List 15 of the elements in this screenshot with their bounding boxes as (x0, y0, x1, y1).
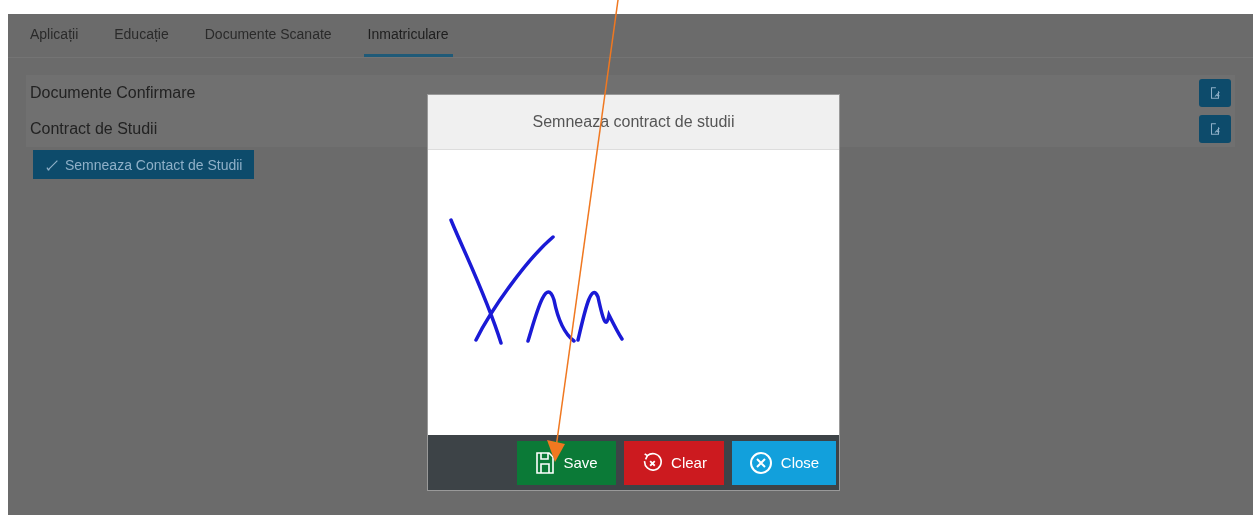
document-pen-icon (1208, 85, 1222, 101)
document-label: Contract de Studii (30, 120, 158, 138)
sign-contract-button[interactable]: Semneaza Contact de Studii (33, 150, 255, 179)
document-pen-icon (1208, 121, 1222, 137)
document-label: Documente Confirmare (30, 84, 196, 102)
tab[interactable]: Educație (110, 14, 173, 57)
tab[interactable]: Inmatriculare (363, 14, 453, 57)
close-button[interactable]: Close (732, 440, 836, 485)
document-sign-button[interactable] (1199, 115, 1231, 143)
tab[interactable]: Aplicații (26, 14, 83, 57)
document-sign-button[interactable] (1199, 79, 1231, 107)
save-button[interactable]: Save (517, 440, 616, 485)
clear-button[interactable]: Clear (624, 440, 724, 485)
close-icon (748, 450, 773, 475)
tab[interactable]: Documente Scanate (200, 14, 336, 57)
